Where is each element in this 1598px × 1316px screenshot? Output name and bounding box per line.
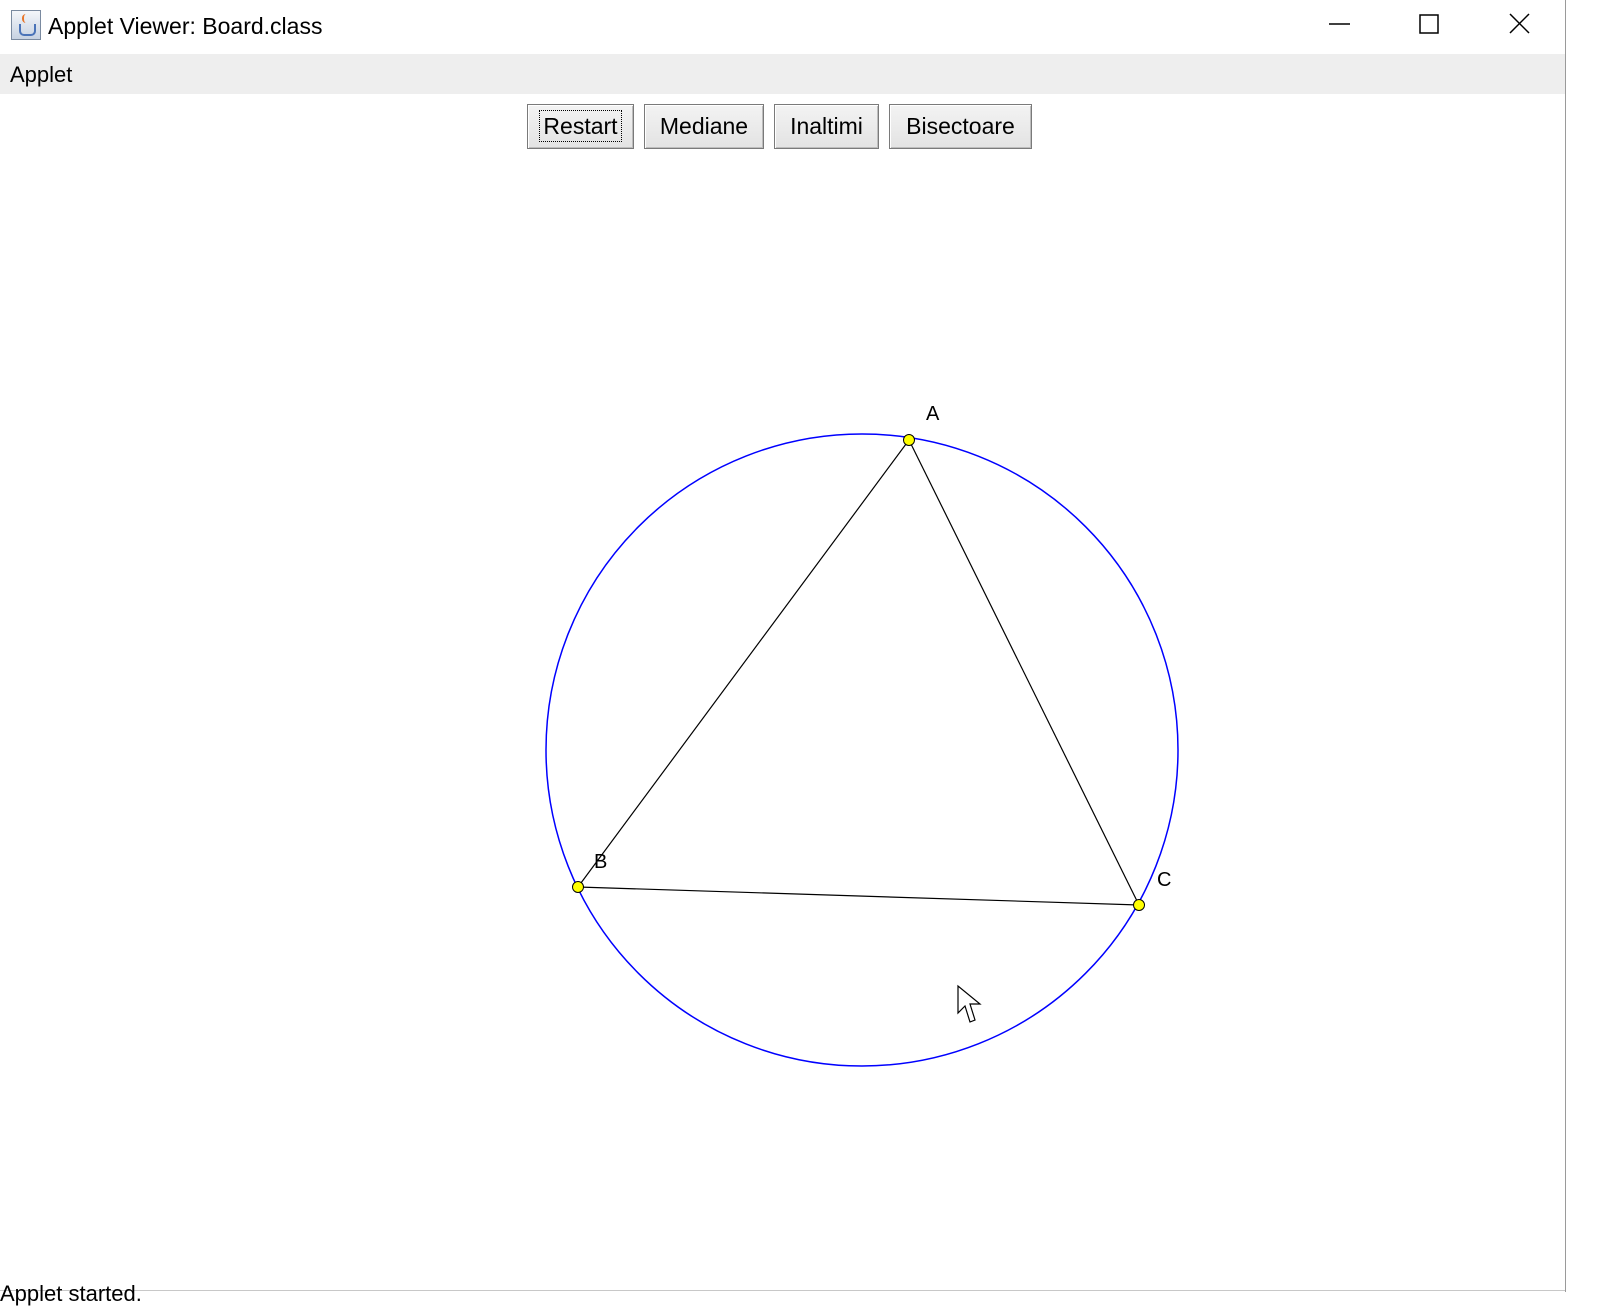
vertex-b (572, 881, 584, 893)
side-ab (577, 439, 910, 888)
mouse-cursor-icon (957, 984, 982, 1023)
circumcircle (545, 433, 1179, 1067)
mediane-button[interactable]: Mediane (644, 104, 764, 149)
status-divider (0, 1290, 1566, 1291)
desktop-background (1566, 0, 1598, 1316)
side-ac (908, 439, 1140, 906)
vertex-label-b: B (594, 851, 607, 873)
status-text: Applet started. (0, 1281, 142, 1306)
vertex-label-c: C (1157, 869, 1171, 891)
vertex-c (1133, 899, 1145, 911)
vertex-a (903, 434, 915, 446)
inaltimi-button[interactable]: Inaltimi (774, 104, 879, 149)
restart-button[interactable]: Restart (527, 104, 634, 149)
geometry-board[interactable]: A B C (0, 0, 1566, 1290)
vertex-label-a: A (926, 403, 940, 425)
bisectoare-button[interactable]: Bisectoare (889, 104, 1032, 149)
applet-viewer-window: Applet Viewer: Board.class Applet A B C … (0, 0, 1566, 1316)
side-bc (577, 886, 1140, 906)
